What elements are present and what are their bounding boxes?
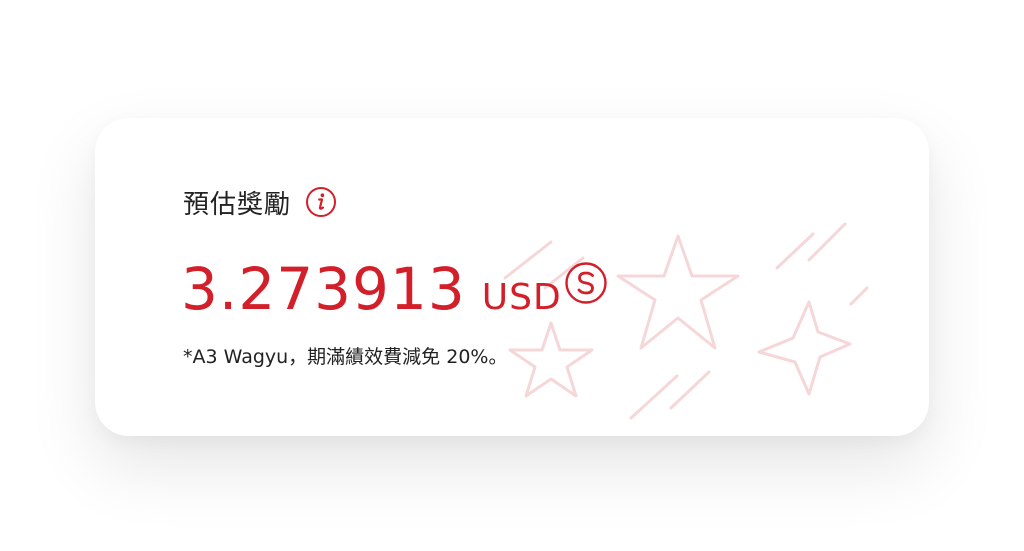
page-background: 預估獎勵 3.273913 USD *A3 Wagyu，期滿績效費減免 20%。	[0, 0, 1024, 551]
reward-card: 預估獎勵 3.273913 USD *A3 Wagyu，期滿績效費減免 20%。	[95, 118, 929, 436]
currency-label: USD	[481, 277, 562, 318]
card-title: 預估獎勵	[183, 189, 292, 220]
reward-amount-row: 3.273913 USD	[181, 260, 608, 318]
star-large	[616, 234, 740, 350]
title-row: 預估獎勵	[183, 182, 337, 222]
reward-amount: 3.273913	[181, 255, 466, 323]
star-small	[508, 321, 594, 398]
info-icon[interactable]	[305, 186, 337, 218]
star-right	[757, 300, 852, 396]
s-coin-icon	[564, 261, 608, 305]
footnote: *A3 Wagyu，期滿績效費減免 20%。	[183, 346, 508, 368]
streak-5	[849, 286, 869, 306]
streak-4	[807, 222, 847, 262]
streak-3	[775, 232, 815, 270]
streak-7	[669, 370, 711, 410]
streak-6	[629, 374, 679, 420]
